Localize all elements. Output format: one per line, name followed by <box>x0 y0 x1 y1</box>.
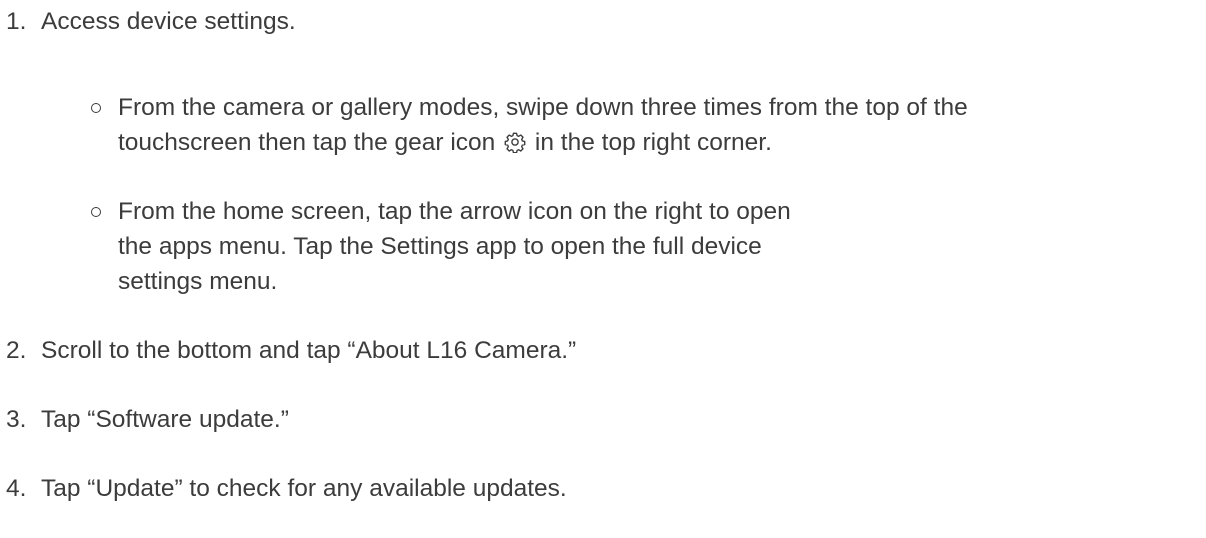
substep-line: settings menu. <box>118 268 278 295</box>
step-number: 2. <box>6 337 27 364</box>
substep-line: From the home screen, tap the arrow icon… <box>118 198 791 225</box>
step-3: 3. Tap “Software update.” <box>6 402 289 437</box>
substep-line-with-icon: touchscreen then tap the gear icon in th… <box>118 125 1101 160</box>
step-number: 1. <box>6 8 27 35</box>
step-1: 1. Access device settings. <box>6 4 296 39</box>
substep-line: the apps menu. Tap the Settings app to o… <box>118 233 762 260</box>
substep-line-start: touchscreen then tap the gear icon <box>118 129 496 156</box>
substep-line: From the camera or gallery modes, swipe … <box>118 94 968 121</box>
substep-home-screen: From the home screen, tap the arrow icon… <box>91 194 1101 299</box>
hollow-bullet-icon <box>91 207 101 217</box>
step-4: 4. Tap “Update” to check for any availabl… <box>6 471 567 506</box>
step-text: Scroll to the bottom and tap “About L16 … <box>41 337 577 364</box>
step-text: Access device settings. <box>41 8 296 35</box>
gear-icon <box>504 132 526 153</box>
step-text: Tap “Software update.” <box>41 406 289 433</box>
substep-line-end: in the top right corner. <box>534 129 772 156</box>
step-text: Tap “Update” to check for any available … <box>41 475 567 502</box>
step-number: 3. <box>6 406 27 433</box>
hollow-bullet-icon <box>91 103 101 113</box>
step-number: 4. <box>6 475 27 502</box>
substep-camera-gallery: From the camera or gallery modes, swipe … <box>91 90 1101 160</box>
step-2: 2. Scroll to the bottom and tap “About L1… <box>6 333 576 368</box>
